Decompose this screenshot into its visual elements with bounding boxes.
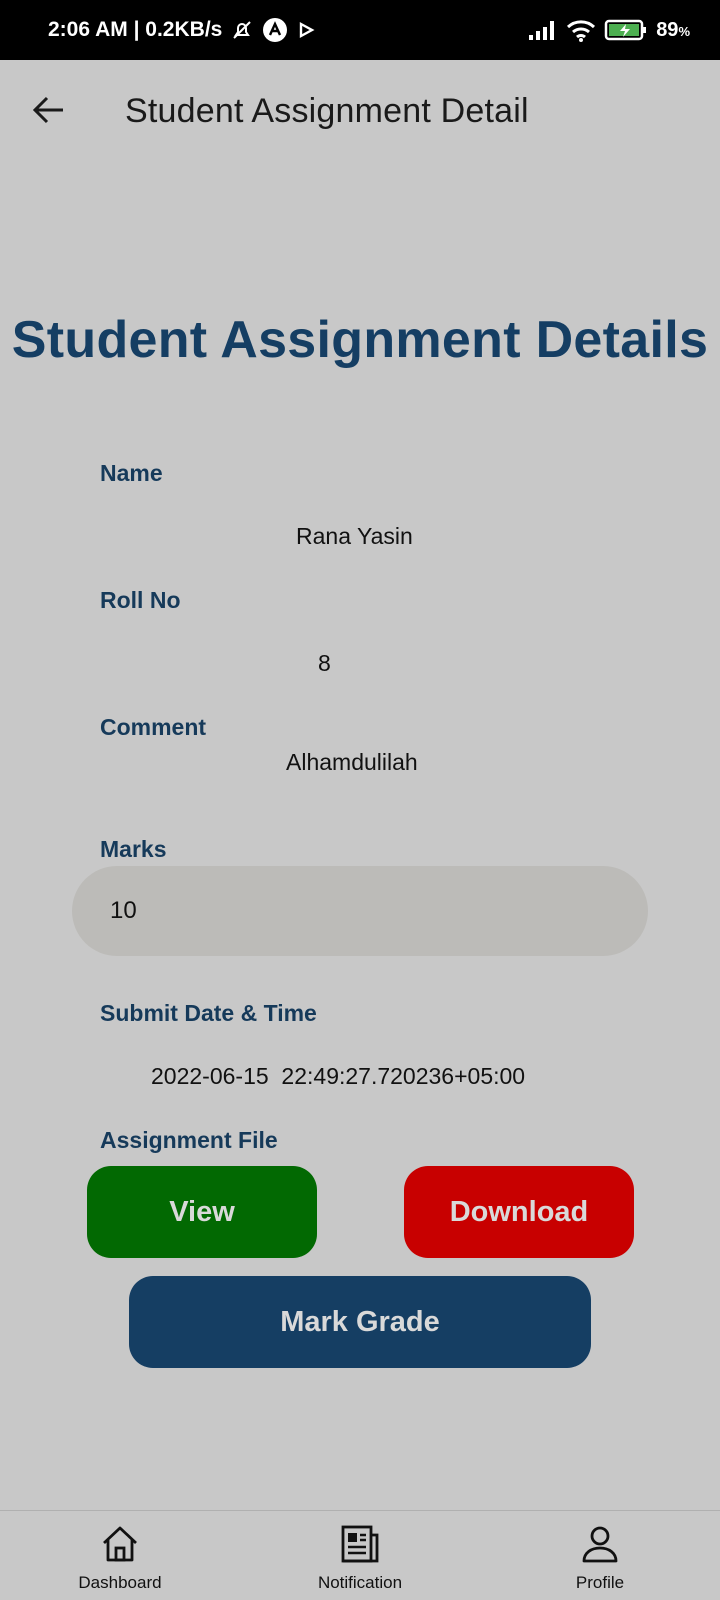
view-button[interactable]: View: [87, 1166, 317, 1258]
newspaper-icon: [339, 1521, 381, 1567]
status-time-speed: 2:06 AM | 0.2KB/s: [48, 18, 223, 41]
nav-label-dashboard: Dashboard: [78, 1573, 162, 1592]
app-bar-title: Student Assignment Detail: [125, 92, 529, 130]
person-icon: [579, 1521, 621, 1567]
signal-icon: [528, 19, 558, 41]
app-a-icon: [262, 17, 288, 43]
roll-no-value: 8: [318, 650, 331, 676]
status-left: 2:06 AM | 0.2KB/s: [48, 17, 316, 43]
wifi-icon: [566, 18, 596, 42]
submit-date-value: 2022-06-15 22:49:27.720236+05:00: [151, 1063, 526, 1089]
marks-input[interactable]: 10: [72, 866, 648, 956]
battery-charging-icon: [604, 18, 648, 42]
nav-item-dashboard[interactable]: Dashboard: [30, 1511, 210, 1600]
nav-item-profile[interactable]: Profile: [510, 1511, 690, 1600]
play-icon: [296, 20, 316, 40]
mark-grade-button[interactable]: Mark Grade: [129, 1276, 591, 1368]
roll-no-label: Roll No: [100, 587, 181, 613]
home-icon: [99, 1521, 141, 1567]
arrow-left-icon: [32, 96, 63, 124]
comment-label: Comment: [100, 714, 207, 740]
download-button[interactable]: Download: [404, 1166, 634, 1258]
nav-label-notification: Notification: [317, 1573, 403, 1592]
battery-percent: 89%: [656, 18, 690, 41]
status-bar: 2:06 AM | 0.2KB/s 89%: [0, 0, 720, 60]
mute-icon: [230, 18, 254, 42]
submit-date-label: Submit Date & Time: [100, 1000, 317, 1026]
bottom-nav: Dashboard Notification Profile: [0, 1510, 720, 1600]
status-right: 89%: [528, 18, 690, 42]
marks-label: Marks: [100, 836, 167, 862]
marks-input-value: 10: [110, 897, 137, 924]
name-value: Rana Yasin: [296, 523, 413, 549]
back-button[interactable]: [28, 90, 68, 130]
comment-value: Alhamdulilah: [286, 749, 418, 775]
app-bar: Student Assignment Detail: [0, 60, 720, 170]
name-label: Name: [100, 460, 163, 486]
assignment-file-label: Assignment File: [100, 1127, 278, 1153]
nav-item-notification[interactable]: Notification: [270, 1511, 450, 1600]
page-heading: Student Assignment Details: [11, 311, 709, 369]
nav-label-profile: Profile: [575, 1573, 625, 1592]
